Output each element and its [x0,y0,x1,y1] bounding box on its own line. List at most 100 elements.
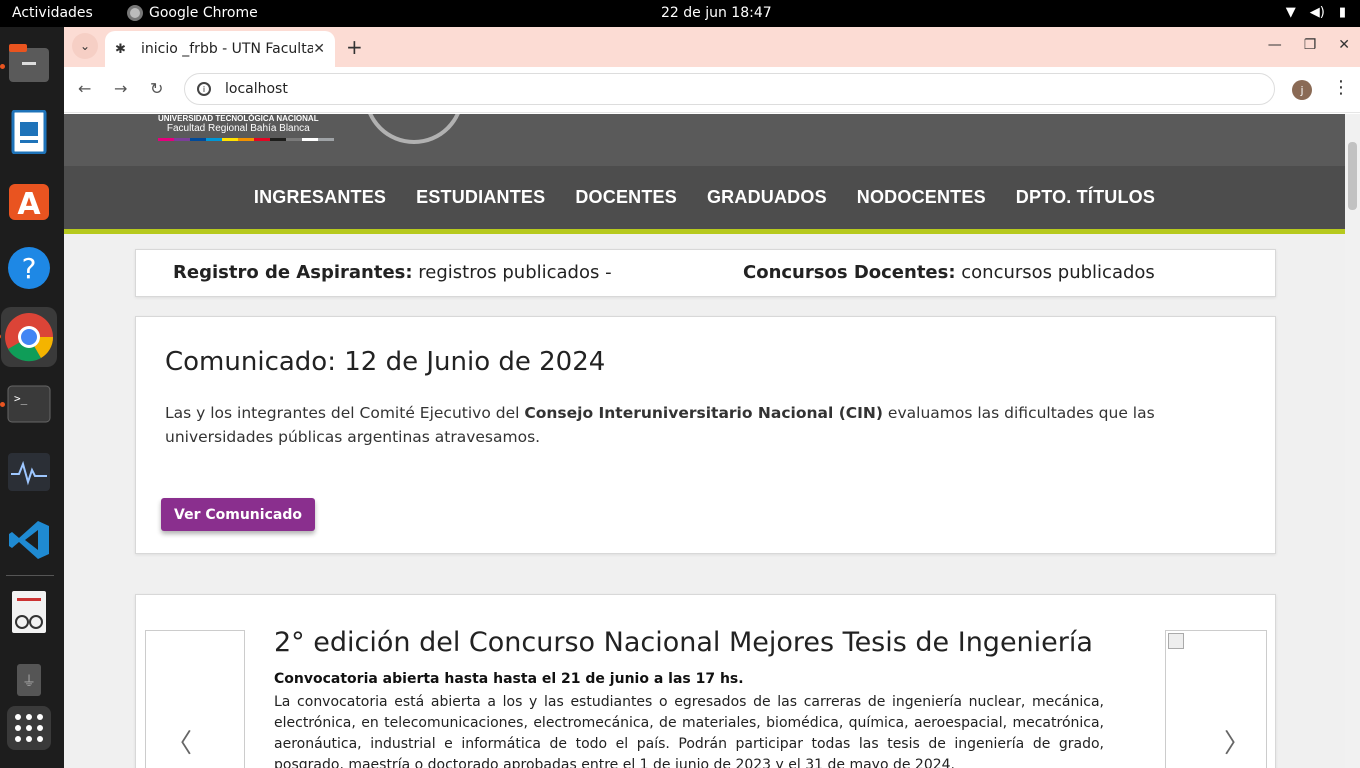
chevron-down-icon: ⌄ [79,39,91,53]
site-favicon-icon: ✱ [115,41,126,57]
comunicado-card: Comunicado: 12 de Junio de 2024 Las y lo… [135,316,1276,554]
logo-stripe [158,138,174,141]
logo-stripe [286,138,302,141]
svg-text:?: ? [22,252,37,285]
tab-strip: ⌄ ✱ inicio _frbb - UTN Faculta ✕ + — ❐ ✕ [64,27,1360,67]
notice-bar: Registro de Aspirantes: registros public… [135,249,1276,297]
close-window-icon[interactable]: ✕ [1338,37,1350,53]
back-icon[interactable]: ← [78,79,91,98]
vscode-icon[interactable] [6,517,52,563]
site-logo[interactable]: UNIVERSIDAD TECNOLÓGICA NACIONAL Faculta… [158,114,319,135]
profile-avatar[interactable]: j [1292,80,1312,100]
menu-item-nodocentes[interactable]: NODOCENTES [857,187,986,208]
page-scrollbar[interactable] [1345,114,1360,768]
concursos-label: Concursos Docentes: [743,262,956,283]
system-tray[interactable]: ▼ ◀) ▮ [1286,5,1346,20]
slider-prev-icon[interactable]: 〈 [166,723,192,760]
page-viewport: UNIVERSIDAD TECNOLÓGICA NACIONAL Faculta… [64,114,1360,768]
ver-comunicado-button[interactable]: Ver Comunicado [161,498,315,531]
concursos-text: concursos publicados [955,262,1155,283]
app-center-icon[interactable]: A [6,177,52,223]
dock: A ? >_ ⏚ [0,27,64,768]
logo-stripe [238,138,254,141]
comunicado-title: Comunicado: 12 de Junio de 2024 [165,347,606,377]
svg-text:>_: >_ [14,392,28,405]
comunicado-text: Las y los integrantes del Comité Ejecuti… [165,401,1225,449]
files-icon[interactable] [6,41,52,87]
new-tab-button[interactable]: + [346,35,363,59]
svg-text:⏚: ⏚ [22,674,36,690]
news-slider: 〈 〉 2° edición del Concurso Nacional Mej… [135,594,1276,768]
scrollbar-thumb[interactable] [1348,142,1357,210]
logo-faculty: Facultad Regional Bahía Blanca [166,123,310,134]
browser-toolbar: ← → ↻ i localhost j ⋮ [64,67,1360,113]
tab-close-icon[interactable]: ✕ [313,41,325,57]
browser-window: ⌄ ✱ inicio _frbb - UTN Faculta ✕ + — ❐ ✕… [64,27,1360,768]
logo-stripe [222,138,238,141]
menu-item-ingresantes[interactable]: INGRESANTES [254,187,386,208]
logo-color-stripes [158,138,334,141]
comunicado-text-bold: Consejo Interuniversitario Nacional (CIN… [524,404,883,422]
registro-text: registros publicados - [412,262,612,283]
battery-icon: ▮ [1338,5,1346,20]
usb-drive-icon[interactable]: ⏚ [6,657,52,703]
broken-image-icon [1168,633,1184,649]
forward-icon[interactable]: → [114,79,127,98]
volume-icon: ◀) [1309,5,1325,20]
site-header: UNIVERSIDAD TECNOLÓGICA NACIONAL Faculta… [64,114,1345,166]
url-text: localhost [225,81,288,97]
logo-stripe [190,138,206,141]
active-app-label: Google Chrome [149,5,258,21]
wifi-icon: ▼ [1285,5,1296,20]
activities-button[interactable]: Actividades [12,5,93,21]
menu-item-docentes[interactable]: DOCENTES [575,187,677,208]
logo-stripe [174,138,190,141]
terminal-icon[interactable]: >_ [6,381,52,427]
menu-item-dpto-títulos[interactable]: DPTO. TÍTULOS [1016,187,1155,208]
logo-stripe [318,138,334,141]
active-app-menu[interactable]: Google Chrome [127,5,258,21]
slide-body: La convocatoria está abierta a los y las… [274,694,1104,768]
window-controls: — ❐ ✕ [1268,37,1350,53]
dock-separator [6,575,54,576]
running-indicator [0,64,5,69]
logo-stripe [302,138,318,141]
logo-stripe [270,138,286,141]
show-apps-icon[interactable] [6,705,52,751]
logo-stripe [206,138,222,141]
slide-image-right [1165,630,1267,768]
registro-aspirantes[interactable]: Registro de Aspirantes: registros public… [173,262,612,283]
chrome-icon[interactable] [1,307,57,367]
slide-subtitle: Convocatoria abierta hasta hasta el 21 d… [274,671,744,687]
clock[interactable]: 22 de jun 18:47 [661,5,772,21]
menu-item-estudiantes[interactable]: ESTUDIANTES [416,187,545,208]
system-top-bar: Actividades Google Chrome 22 de jun 18:4… [0,0,1360,27]
tab-title: inicio _frbb - UTN Faculta [141,41,314,57]
libreoffice-impress-icon[interactable] [6,109,52,155]
main-menu: INGRESANTES ESTUDIANTES DOCENTES GRADUADOS N… [64,166,1345,234]
anniversary-graphic [364,114,464,144]
help-icon[interactable]: ? [6,245,52,291]
svg-text:A: A [17,187,41,222]
comunicado-text-start: Las y los integrantes del Comité Ejecuti… [165,404,525,422]
system-monitor-icon[interactable] [6,449,52,495]
slide-title: 2° edición del Concurso Nacional Mejores… [274,627,1093,658]
minimize-icon[interactable]: — [1268,37,1282,53]
slider-next-icon[interactable]: 〉 [1224,723,1250,760]
reload-icon[interactable]: ↻ [150,79,163,98]
tab-search-button[interactable]: ⌄ [72,33,98,59]
chrome-small-icon [127,5,143,21]
address-bar[interactable]: i localhost [184,73,1275,105]
registro-label: Registro de Aspirantes: [173,262,413,283]
concursos-docentes[interactable]: Concursos Docentes: concursos publicados [743,262,1155,283]
menu-item-graduados[interactable]: GRADUADOS [707,187,827,208]
logo-university: UNIVERSIDAD TECNOLÓGICA NACIONAL [158,114,319,123]
running-indicator [0,402,5,407]
document-viewer-icon[interactable] [6,589,52,635]
active-tab[interactable]: ✱ inicio _frbb - UTN Faculta ✕ [105,31,335,67]
site-info-icon[interactable]: i [197,82,211,96]
logo-stripe [254,138,270,141]
slide-image-left [145,630,245,768]
restore-icon[interactable]: ❐ [1304,37,1317,53]
menu-kebab-icon[interactable]: ⋮ [1332,77,1350,98]
